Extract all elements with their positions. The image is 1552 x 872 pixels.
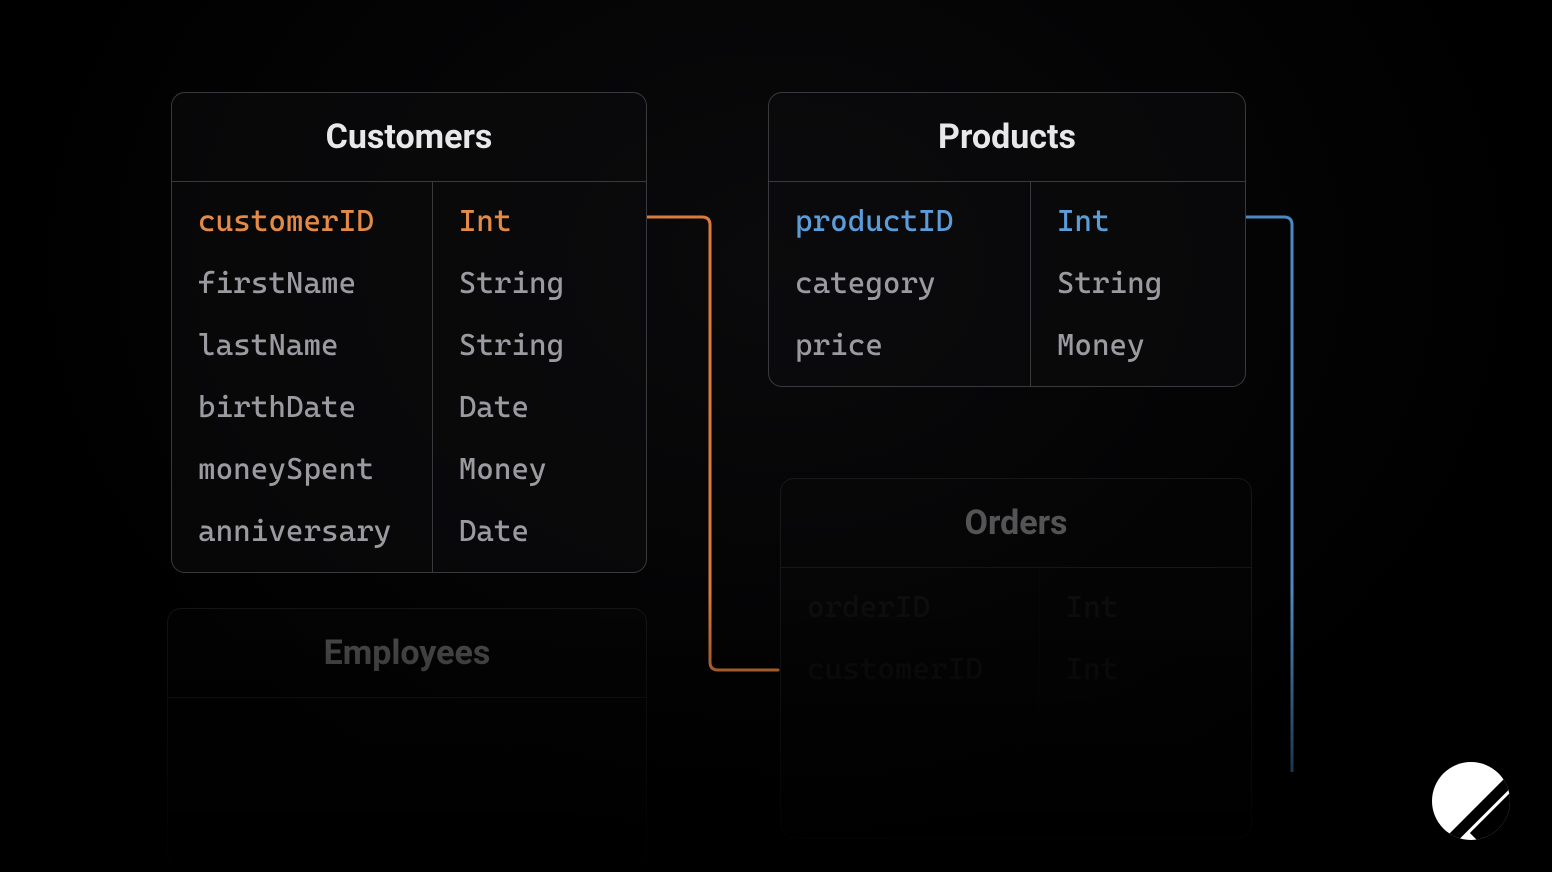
- table-title: Customers: [172, 93, 646, 182]
- field-type: Int: [1057, 204, 1219, 240]
- field-name: price: [795, 328, 1004, 364]
- field-name: anniversary: [198, 514, 406, 550]
- table-title: Orders: [781, 479, 1251, 568]
- field-name: category: [795, 266, 1004, 302]
- column-names: orderID customerID: [781, 568, 1040, 710]
- column-types: Int Int: [1040, 568, 1252, 710]
- table-body: customerID firstName lastName birthDate …: [172, 182, 646, 572]
- field-type: String: [459, 328, 620, 364]
- table-title: Products: [769, 93, 1245, 182]
- column-types: Int String Money: [1031, 182, 1245, 386]
- field-name: moneySpent: [198, 452, 406, 488]
- field-name: productID: [795, 204, 1004, 240]
- schema-diagram: Customers customerID firstName lastName …: [0, 0, 1552, 872]
- field-name: lastName: [198, 328, 406, 364]
- field-type: Money: [1057, 328, 1219, 364]
- table-orders: Orders orderID customerID Int Int: [780, 478, 1252, 838]
- relation-connector-blue: [1246, 212, 1306, 772]
- table-body: orderID customerID Int Int: [781, 568, 1251, 710]
- field-type: Int: [1066, 590, 1226, 626]
- table-employees: Employees: [167, 608, 647, 868]
- relation-connector-orange: [647, 212, 787, 682]
- planetscale-logo-icon: [1432, 762, 1510, 840]
- field-type: String: [459, 266, 620, 302]
- field-type: Int: [1066, 652, 1226, 688]
- field-type: Date: [459, 390, 620, 426]
- table-body: productID category price Int String Mone…: [769, 182, 1245, 386]
- column-names: customerID firstName lastName birthDate …: [172, 182, 433, 572]
- field-name: firstName: [198, 266, 406, 302]
- table-products: Products productID category price Int St…: [768, 92, 1246, 387]
- field-name: customerID: [198, 204, 406, 240]
- field-type: Money: [459, 452, 620, 488]
- field-name: orderID: [807, 590, 1013, 626]
- field-name: birthDate: [198, 390, 406, 426]
- field-type: Date: [459, 514, 620, 550]
- field-type: String: [1057, 266, 1219, 302]
- table-customers: Customers customerID firstName lastName …: [171, 92, 647, 573]
- table-title: Employees: [168, 609, 646, 698]
- field-name: customerID: [807, 652, 1013, 688]
- column-types: Int String String Date Money Date: [433, 182, 646, 572]
- column-names: productID category price: [769, 182, 1031, 386]
- field-type: Int: [459, 204, 620, 240]
